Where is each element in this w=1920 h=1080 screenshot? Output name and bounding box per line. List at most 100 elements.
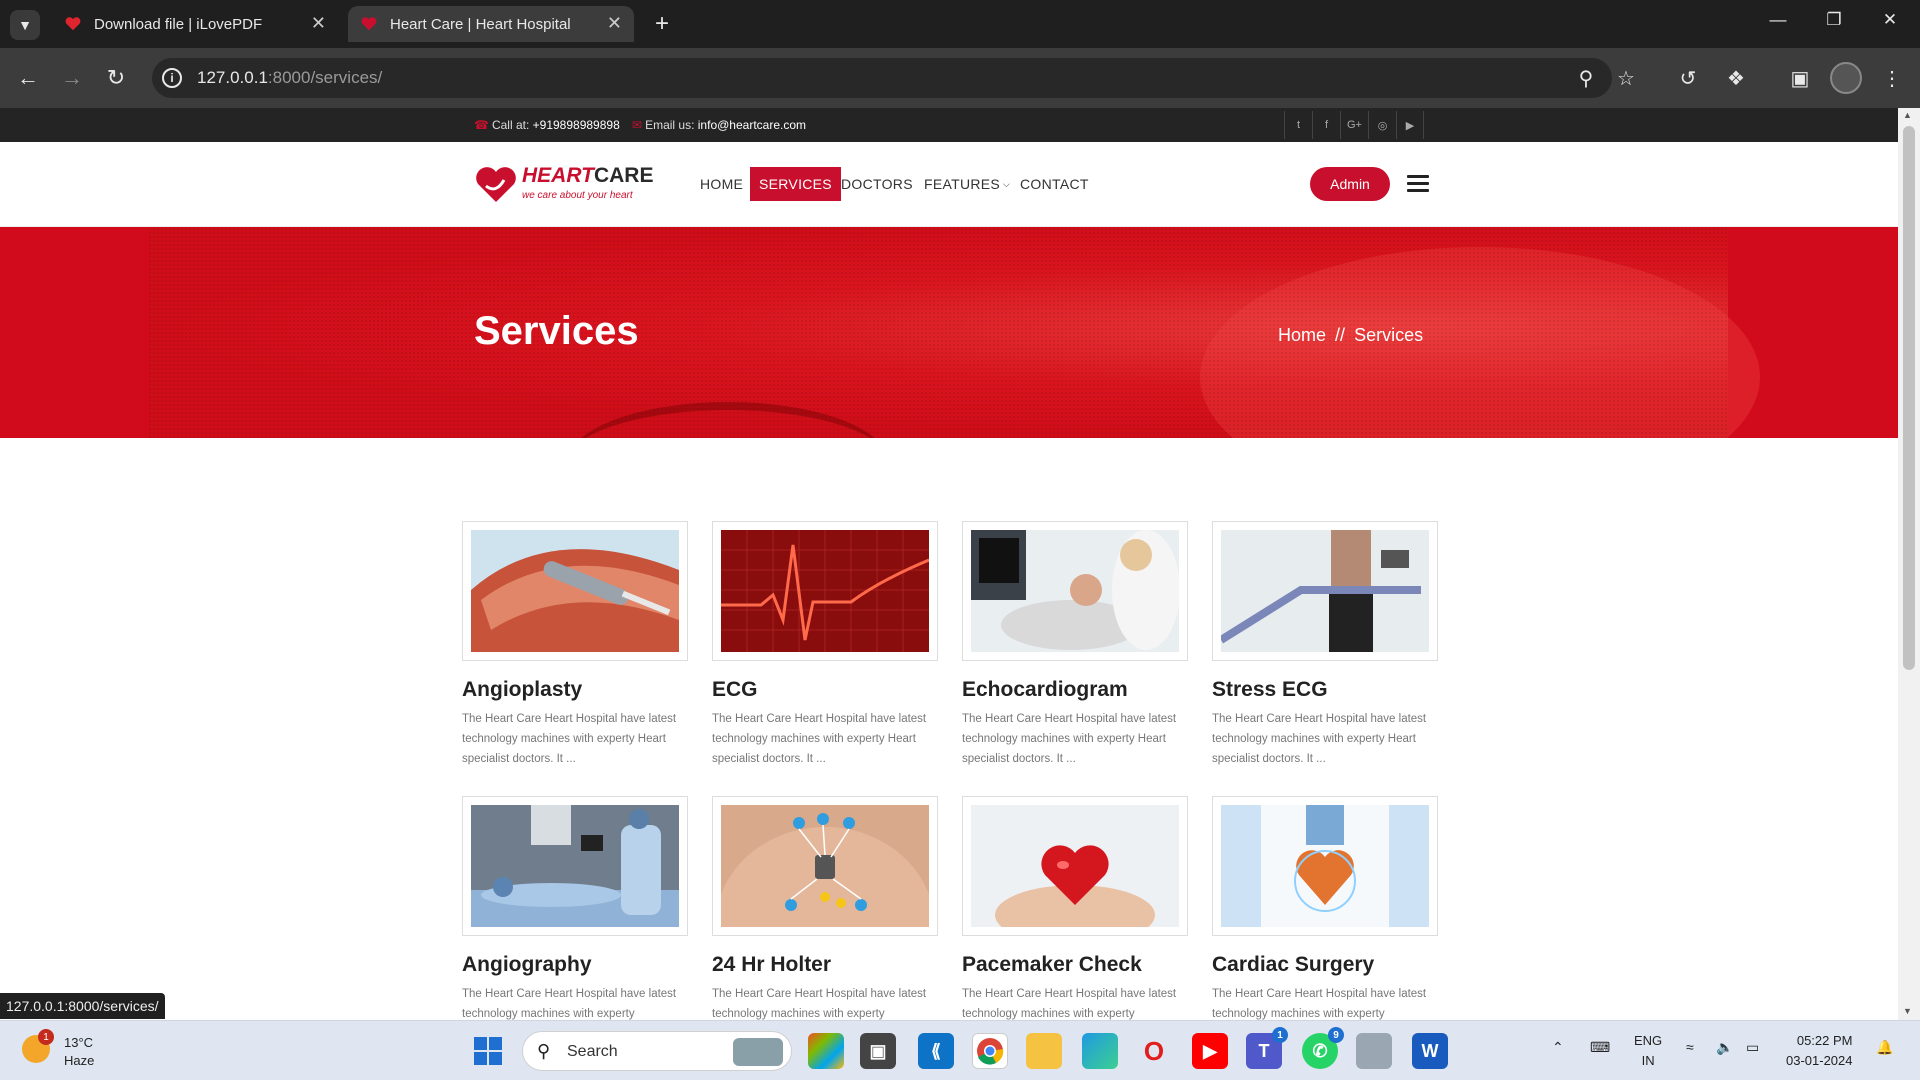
edge-icon[interactable] — [1082, 1033, 1118, 1069]
word-icon[interactable]: W — [1412, 1033, 1448, 1069]
keyboard-icon[interactable]: ⌨ — [1590, 1039, 1610, 1056]
ecg-image[interactable] — [721, 530, 929, 652]
breadcrumb-current: Services — [1354, 325, 1424, 345]
pacemaker-check-image[interactable] — [971, 805, 1179, 927]
service-title[interactable]: ECG — [712, 678, 758, 702]
notification-icon[interactable]: 🔔 — [1876, 1039, 1893, 1056]
site-logo[interactable]: HEARTCARE we care about your heart — [474, 164, 653, 208]
service-title[interactable]: Cardiac Surgery — [1212, 953, 1374, 977]
restore-icon[interactable]: ❐ — [1814, 10, 1854, 30]
instagram-icon[interactable]: ◎ — [1368, 111, 1396, 139]
angioplasty-image[interactable] — [471, 530, 679, 652]
facebook-icon[interactable]: f — [1312, 111, 1340, 139]
back-icon[interactable]: ← — [14, 64, 42, 92]
copilot-icon[interactable] — [808, 1033, 844, 1069]
chevron-down-icon: ⌵ — [1003, 178, 1011, 189]
refresh-extension-icon[interactable]: ↺ — [1674, 64, 1702, 92]
nav-contact[interactable]: CONTACT — [1011, 167, 1098, 201]
volume-icon[interactable]: 🔈 — [1716, 1039, 1733, 1056]
service-title[interactable]: Echocardiogram — [962, 678, 1128, 702]
phone-number[interactable]: +919898989898 — [533, 118, 620, 132]
extensions-icon[interactable]: ❖ — [1722, 64, 1750, 92]
close-tab-icon[interactable]: ✕ — [607, 13, 622, 34]
task-view-icon[interactable]: ▣ — [860, 1033, 896, 1069]
page-banner: Services Home // Services — [0, 227, 1898, 438]
service-title[interactable]: Angiography — [462, 953, 592, 977]
nav-features[interactable]: FEATURES ⌵ — [915, 167, 1019, 201]
address-bar[interactable]: i 127.0.0.1:8000/services/ — [152, 58, 1612, 98]
youtube-icon[interactable]: ▶ — [1396, 111, 1424, 139]
email-address[interactable]: info@heartcare.com — [698, 118, 806, 132]
whatsapp-icon[interactable]: ✆ 9 — [1302, 1027, 1344, 1069]
breadcrumb-home[interactable]: Home — [1278, 325, 1326, 345]
temperature: 13°C — [64, 1035, 94, 1050]
browser-tab[interactable]: Download file | iLovePDF ✕ — [52, 6, 338, 42]
url-text[interactable]: 127.0.0.1:8000/services/ — [197, 68, 382, 88]
admin-button[interactable]: Admin — [1310, 167, 1390, 201]
angiography-image[interactable] — [471, 805, 679, 927]
bookmark-star-icon[interactable]: ☆ — [1612, 64, 1640, 92]
service-description: The Heart Care Heart Hospital have lates… — [962, 988, 1177, 1020]
teams-icon[interactable]: T 1 — [1246, 1027, 1288, 1069]
page-scrollbar[interactable]: ▲ ▼ — [1898, 108, 1920, 1020]
service-description: The Heart Care Heart Hospital have lates… — [962, 713, 1177, 765]
service-description: The Heart Care Heart Hospital have lates… — [462, 988, 677, 1020]
service-description: The Heart Care Heart Hospital have lates… — [462, 713, 677, 765]
heart-favicon-icon — [65, 17, 81, 31]
google-plus-icon[interactable]: G+ — [1340, 111, 1368, 139]
minimize-icon[interactable]: — — [1758, 10, 1798, 30]
contact-topbar: ☎ Call at: +919898989898 ✉ Email us: info@… — [0, 108, 1898, 142]
system-clock[interactable]: 05:22 PM 03-01-2024 — [1786, 1031, 1853, 1071]
file-explorer-icon[interactable] — [1026, 1033, 1062, 1069]
site-info-icon[interactable]: i — [162, 68, 182, 88]
zoom-icon[interactable]: ⚲ — [1572, 64, 1600, 92]
banner-background — [148, 227, 1760, 438]
language-indicator[interactable]: ENG IN — [1634, 1031, 1662, 1071]
service-title[interactable]: Angioplasty — [462, 678, 582, 702]
tab-search-button[interactable]: ▼ — [10, 10, 40, 40]
twitter-icon[interactable]: t — [1284, 111, 1312, 139]
side-panel-icon[interactable]: ▣ — [1786, 64, 1814, 92]
close-window-icon[interactable]: ✕ — [1870, 10, 1910, 30]
scroll-up-icon[interactable]: ▲ — [1903, 110, 1912, 120]
tab-title: Download file | iLovePDF — [94, 15, 263, 33]
taskbar-search[interactable]: ⚲ Search — [522, 1031, 792, 1071]
profile-avatar[interactable] — [1830, 62, 1862, 94]
photos-icon[interactable] — [1356, 1033, 1392, 1069]
service-title[interactable]: 24 Hr Holter — [712, 953, 831, 977]
logo-text: HEARTCARE — [522, 164, 654, 187]
logo-tagline: we care about your heart — [522, 190, 633, 201]
close-tab-icon[interactable]: ✕ — [311, 13, 326, 34]
scrollbar-thumb[interactable] — [1903, 126, 1915, 670]
breadcrumb: Home // Services — [1278, 325, 1424, 345]
search-label: Search — [567, 1043, 618, 1060]
chevron-up-icon[interactable]: ⌃ — [1552, 1039, 1564, 1056]
forward-icon[interactable]: → — [58, 64, 86, 92]
new-tab-button[interactable]: + — [648, 10, 676, 38]
web-page: ☎ Call at: +919898989898 ✉ Email us: info@… — [0, 108, 1898, 1020]
stress-ecg-image[interactable] — [1221, 530, 1429, 652]
service-title[interactable]: Stress ECG — [1212, 678, 1328, 702]
battery-icon[interactable]: ▭ — [1746, 1039, 1759, 1056]
browser-tab-active[interactable]: Heart Care | Heart Hospital ✕ — [348, 6, 634, 42]
hamburger-menu-icon[interactable] — [1407, 175, 1429, 193]
windows-start-icon[interactable] — [474, 1037, 502, 1065]
service-title[interactable]: Pacemaker Check — [962, 953, 1142, 977]
reload-icon[interactable]: ↻ — [102, 64, 130, 92]
chrome-icon[interactable] — [972, 1033, 1008, 1069]
scroll-down-icon[interactable]: ▼ — [1903, 1006, 1912, 1016]
echocardiogram-image[interactable] — [971, 530, 1179, 652]
weather-condition: Haze — [64, 1053, 95, 1068]
youtube-app-icon[interactable]: ▶ — [1192, 1033, 1228, 1069]
site-header: HEARTCARE we care about your heart HOME … — [0, 142, 1898, 227]
wifi-icon[interactable]: ≈ — [1686, 1039, 1694, 1055]
opera-icon[interactable]: O — [1136, 1033, 1172, 1069]
nav-services[interactable]: SERVICES — [750, 167, 841, 201]
service-description: The Heart Care Heart Hospital have lates… — [712, 988, 927, 1020]
holter-image[interactable] — [721, 805, 929, 927]
vscode-icon[interactable]: ⟪ — [918, 1033, 954, 1069]
nav-doctors[interactable]: DOCTORS — [832, 167, 922, 201]
cardiac-surgery-image[interactable] — [1221, 805, 1429, 927]
nav-home[interactable]: HOME — [691, 167, 752, 201]
menu-dots-icon[interactable]: ⋮ — [1878, 64, 1906, 92]
